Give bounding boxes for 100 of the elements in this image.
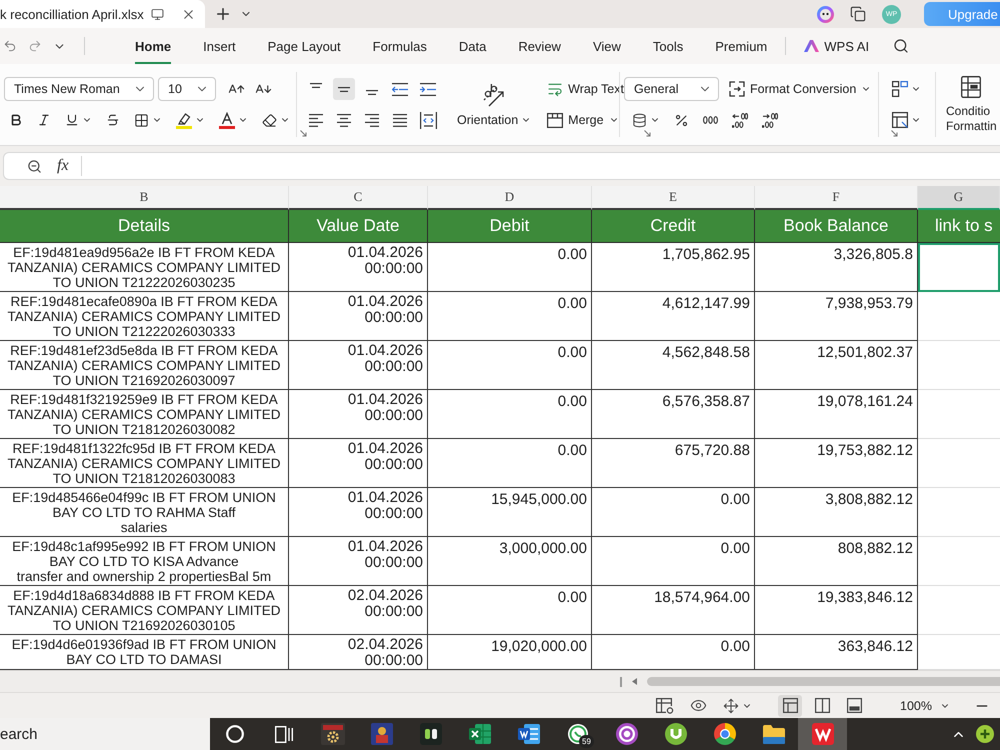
scrollbar-thumb[interactable] [647, 677, 1000, 686]
spreadsheet-icon [468, 724, 490, 744]
borders-icon[interactable] [134, 112, 149, 128]
decrease-decimal-icon[interactable] [762, 112, 778, 128]
dialog-launcher-icon[interactable] [891, 130, 898, 137]
thousands-separator-icon[interactable] [703, 116, 718, 124]
table-cell: 01.04.2026 00:00:00 [289, 488, 428, 537]
align-icon [310, 83, 322, 88]
search-icon[interactable] [893, 38, 910, 54]
table-cell: 6,576,358.87 [592, 390, 755, 439]
table-cell: REF:19d481ecafe0890a IB FT FROM KEDA TANZANIA) CERAMICS COMPANY LIMITED TO UNION T21222026030333 [0, 292, 289, 341]
table-cell: 15,945,000.00 [428, 488, 592, 537]
indent-decrease-icon[interactable] [392, 82, 408, 96]
strikethrough-icon[interactable] [106, 113, 120, 127]
font-color-icon[interactable] [219, 112, 235, 128]
menu-tab[interactable]: Premium [715, 28, 768, 64]
menu-tab[interactable]: Data [458, 28, 486, 64]
table-cell: 0.00 [428, 586, 592, 635]
search-field[interactable]: earch [0, 718, 210, 750]
merge-center-icon[interactable] [420, 112, 436, 128]
insert-function-button[interactable]: fx [57, 156, 82, 176]
normal-view-icon [782, 698, 798, 713]
document-icon [518, 724, 540, 744]
font-select[interactable]: Times New Roman [4, 77, 154, 101]
plus-circle-icon[interactable] [976, 725, 994, 743]
table-cell: 0.00 [428, 341, 592, 390]
table-cell: 01.04.2026 00:00:00 [289, 390, 428, 439]
taskbar-button[interactable]: 59 [553, 718, 602, 750]
column-heading: link to s [918, 210, 1000, 243]
split-handle-icon[interactable] [620, 676, 622, 686]
dialog-launcher-icon[interactable] [300, 130, 307, 137]
page-layout-view-icon [846, 698, 862, 713]
menu-tab[interactable]: Insert [203, 28, 236, 64]
cell-style-icon[interactable] [892, 81, 908, 97]
align-center-icon[interactable] [337, 114, 351, 126]
align-right-icon[interactable] [365, 114, 379, 126]
table-cell: 01.04.2026 00:00:00 [289, 292, 428, 341]
italic-icon[interactable] [37, 113, 51, 127]
merge-button[interactable]: Merge [547, 108, 624, 132]
menu-tab[interactable]: WPS AI [804, 28, 870, 64]
font-size-select[interactable]: 10 [158, 77, 216, 101]
column-header[interactable]: B [0, 186, 289, 210]
menu-tab[interactable]: Formulas [372, 28, 427, 64]
menu-tab[interactable]: Page Layout [268, 28, 341, 64]
move-icon[interactable] [723, 698, 740, 714]
format-conversion-button[interactable]: Format Conversion [729, 77, 872, 101]
table-cell: 3,808,882.12 [755, 488, 918, 537]
align-left-icon[interactable] [309, 114, 323, 126]
scroll-left-icon[interactable] [632, 678, 637, 685]
table-cell: 0.00 [428, 390, 592, 439]
table-cell: 3,000,000.00 [428, 537, 592, 586]
database-icon[interactable] [632, 112, 647, 128]
eraser-icon[interactable] [262, 112, 277, 128]
table-cell: 0.00 [592, 488, 755, 537]
underline-icon[interactable] [65, 113, 79, 127]
unread-count: 59 [579, 735, 594, 748]
table-cell: 808,882.12 [755, 537, 918, 586]
redo-icon[interactable] [28, 39, 42, 53]
table-cell: EF:19d485466e04f99c IB FT FROM UNION BAY CO LTD TO RAHMA Staff salaries [0, 488, 289, 537]
bold-icon[interactable] [9, 113, 23, 127]
document-tab[interactable]: k reconcilliation April.xlsx [0, 0, 205, 28]
align-justify-icon[interactable] [393, 114, 407, 126]
folder-icon [762, 724, 784, 744]
taskbar-button[interactable] [798, 718, 847, 750]
table-cell: 0.00 [592, 537, 755, 586]
eye-icon[interactable] [690, 697, 708, 714]
column-header[interactable]: G [918, 186, 1000, 210]
menu-tab[interactable]: Tools [652, 28, 684, 64]
copy-icon[interactable] [850, 6, 866, 22]
page-break-view-icon [814, 698, 830, 713]
view-button[interactable] [778, 694, 802, 716]
conditional-formatting-button[interactable]: Conditio Formattin [946, 76, 997, 134]
menu-tab[interactable]: View [592, 28, 621, 64]
table-format-icon[interactable] [892, 112, 908, 128]
menu-tab[interactable]: Review [518, 28, 561, 64]
zoom-level[interactable]: 100% [900, 698, 932, 712]
column-header[interactable]: D [428, 186, 592, 210]
column-header[interactable]: F [755, 186, 918, 210]
table-settings-icon[interactable] [656, 698, 674, 714]
number-format-select[interactable]: General [624, 77, 719, 101]
column-header[interactable]: E [592, 186, 755, 210]
undo-icon[interactable] [3, 39, 17, 53]
selected-cell[interactable] [918, 243, 1000, 292]
ring-face-icon[interactable] [817, 6, 834, 22]
table-cell: 19,078,161.24 [755, 390, 918, 439]
column-heading: Book Balance [755, 210, 918, 243]
formula-bar[interactable]: fx [3, 152, 1000, 180]
percent-icon[interactable] [674, 112, 689, 128]
wrap-text-button[interactable]: Wrap Text [547, 77, 624, 101]
highlighter-icon[interactable] [176, 112, 192, 128]
align-middle-button[interactable] [333, 78, 355, 100]
column-header[interactable]: C [289, 186, 428, 210]
indent-increase-icon[interactable] [420, 82, 436, 96]
orientation-button[interactable]: Orientation [457, 82, 532, 126]
round-logo-icon [664, 723, 686, 745]
column-heading: Details [0, 210, 289, 243]
dialog-launcher-icon[interactable] [644, 130, 651, 137]
increase-decimal-icon[interactable] [732, 112, 748, 128]
table-cell: 19,753,882.12 [755, 439, 918, 488]
zoom-out-icon[interactable] [27, 158, 42, 174]
